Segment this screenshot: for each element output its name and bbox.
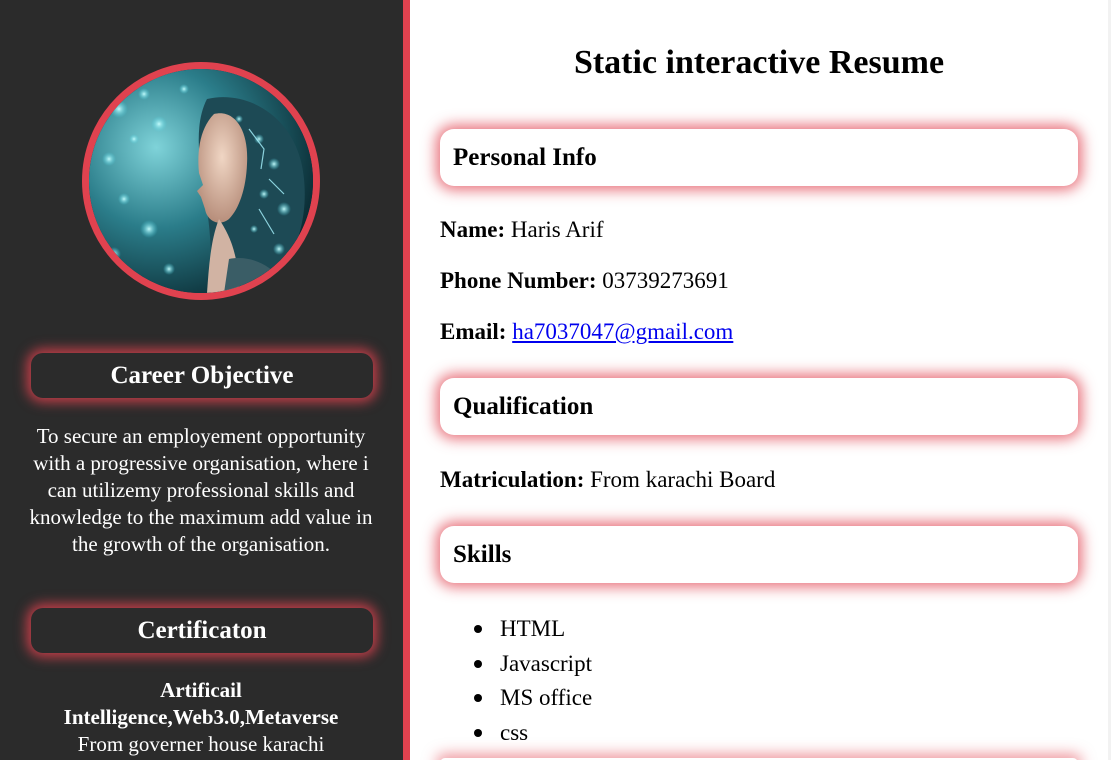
phone-field: Phone Number: 03739273691 bbox=[440, 266, 729, 296]
name-field: Name: Haris Arif bbox=[440, 215, 604, 245]
career-objective-text: To secure an employement opportunity wit… bbox=[29, 424, 373, 556]
page-title: Static interactive Resume bbox=[573, 44, 945, 81]
email-field: Email: ha7037047@gmail.com bbox=[440, 317, 733, 347]
email-link[interactable]: ha7037047@gmail.com bbox=[512, 319, 733, 344]
sidebar: Career Objective To secure an employemen… bbox=[0, 0, 403, 760]
main-content: Static interactive Resume Personal Info … bbox=[410, 0, 1111, 760]
certification-heading: Certificaton bbox=[31, 608, 373, 653]
matriculation-field: Matriculation: From karachi Board bbox=[440, 465, 775, 495]
matriculation-value: From karachi Board bbox=[590, 467, 776, 492]
personal-info-heading: Personal Info bbox=[440, 129, 1078, 186]
skill-item-html: HTML bbox=[473, 612, 592, 647]
phone-value: 03739273691 bbox=[602, 268, 729, 293]
sidebar-divider bbox=[403, 0, 410, 760]
certification-block: Artificail Intelligence,Web3.0,Metaverse… bbox=[25, 677, 377, 758]
skills-list: HTML Javascript MS office css bbox=[473, 612, 592, 751]
avatar bbox=[82, 62, 320, 300]
name-label: Name: bbox=[440, 217, 506, 242]
name-value: Haris Arif bbox=[510, 217, 604, 242]
certification-title: Artificail Intelligence,Web3.0,Metaverse bbox=[63, 678, 339, 729]
matriculation-label: Matriculation: bbox=[440, 467, 585, 492]
avatar-image bbox=[89, 69, 313, 293]
certification-detail: From governer house karachi bbox=[77, 732, 325, 756]
skill-item-javascript: Javascript bbox=[473, 647, 592, 682]
skill-item-css: css bbox=[473, 716, 592, 751]
career-objective-heading: Career Objective bbox=[31, 353, 373, 398]
phone-label: Phone Number: bbox=[440, 268, 597, 293]
qualification-heading: Qualification bbox=[440, 378, 1078, 435]
skills-heading: Skills bbox=[440, 526, 1078, 583]
skill-item-ms-office: MS office bbox=[473, 681, 592, 716]
email-label: Email: bbox=[440, 319, 507, 344]
